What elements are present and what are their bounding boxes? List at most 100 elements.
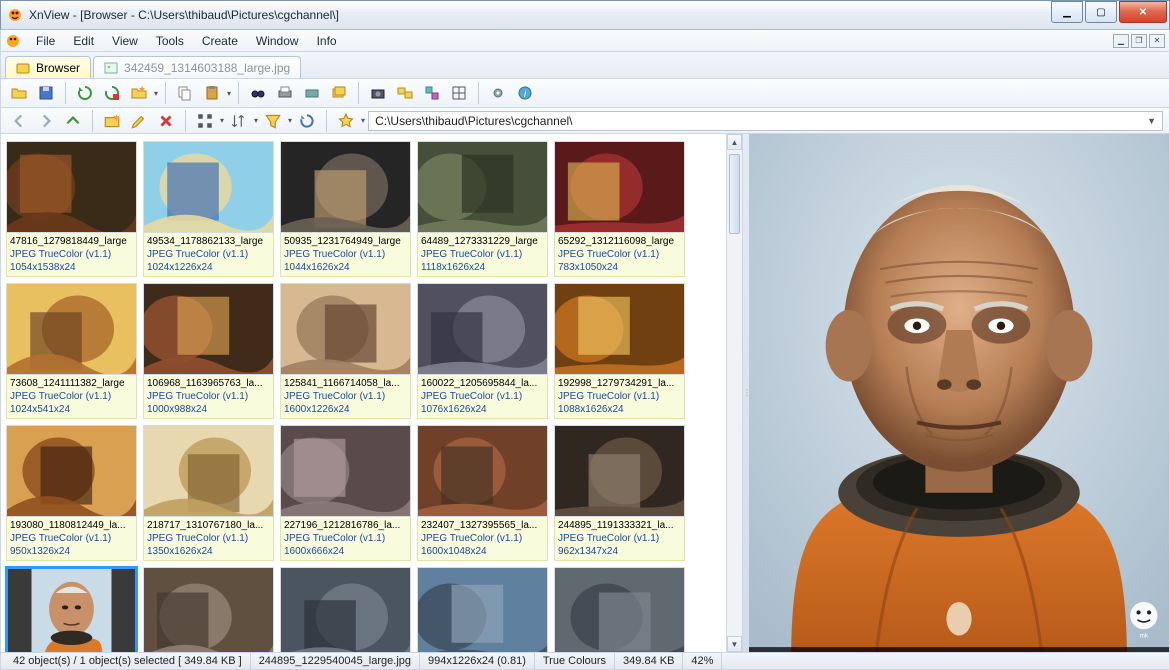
thumbnail-cell[interactable] (3, 564, 140, 652)
folder-open-icon (10, 84, 28, 102)
mdi-restore-icon[interactable]: ❐ (1131, 34, 1147, 48)
thumbnail-image[interactable] (417, 283, 548, 375)
thumbnail-image[interactable] (280, 425, 411, 517)
scrollbar-thumb[interactable] (729, 154, 740, 234)
refresh-stop-button[interactable] (100, 81, 124, 105)
save-button[interactable] (34, 81, 58, 105)
thumbnail-image[interactable] (554, 425, 685, 517)
new-folder-button[interactable] (100, 109, 124, 133)
status-size: 349.84 KB (615, 653, 683, 669)
thumbnail-cell[interactable]: 106968_1163965763_la...JPEG TrueColor (v… (140, 280, 277, 422)
menu-window[interactable]: Window (247, 32, 308, 50)
folder-tree-icon (16, 61, 30, 75)
menu-tools[interactable]: Tools (147, 32, 193, 50)
thumbnail-image[interactable] (6, 283, 137, 375)
view-mode-button[interactable] (193, 109, 217, 133)
nav-forward-button[interactable] (34, 109, 58, 133)
thumbnail-image[interactable] (6, 141, 137, 233)
thumbnail-image[interactable] (143, 425, 274, 517)
preview-image[interactable]: CGSociety.org Copyright (C) Michael Kuts… (749, 134, 1169, 652)
rename-button[interactable] (127, 109, 151, 133)
sort-button[interactable] (227, 109, 251, 133)
window-close-button[interactable] (1119, 1, 1167, 23)
search-button[interactable] (246, 81, 270, 105)
open-button[interactable] (7, 81, 31, 105)
delete-button[interactable] (154, 109, 178, 133)
menu-create[interactable]: Create (193, 32, 247, 50)
thumbnail-image[interactable] (280, 567, 411, 652)
thumbnail-cell[interactable]: 47816_1279818449_largeJPEG TrueColor (v1… (3, 138, 140, 280)
vertical-scrollbar[interactable]: ▲ ▼ (726, 134, 742, 652)
menu-info[interactable]: Info (308, 32, 346, 50)
thumbnail-image[interactable] (417, 567, 548, 652)
refresh-button[interactable] (73, 81, 97, 105)
mdi-minimize-icon[interactable]: ▁ (1113, 34, 1129, 48)
thumbnail-image[interactable] (417, 425, 548, 517)
thumbnail-image[interactable] (554, 283, 685, 375)
menu-file[interactable]: File (27, 32, 64, 50)
thumbnail-cell[interactable]: 227196_1212816786_la...JPEG TrueColor (v… (277, 422, 414, 564)
thumbnail-image[interactable] (143, 283, 274, 375)
scroll-down-button[interactable]: ▼ (727, 636, 742, 652)
window-minimize-button[interactable] (1051, 1, 1083, 23)
window-maximize-button[interactable] (1085, 1, 1117, 23)
thumbnail-cell[interactable]: 160022_1205695844_la...JPEG TrueColor (v… (414, 280, 551, 422)
delete-icon (157, 112, 175, 130)
chevron-down-icon[interactable]: ▼ (1147, 116, 1156, 126)
copy-button[interactable] (173, 81, 197, 105)
binoculars-icon (249, 84, 267, 102)
filter-button[interactable] (261, 109, 285, 133)
thumbnail-image[interactable] (554, 141, 685, 233)
thumbnail-image[interactable] (554, 567, 685, 652)
thumbnail-image[interactable] (143, 141, 274, 233)
svg-text:mk: mk (1140, 633, 1149, 640)
thumbnail-image[interactable] (417, 141, 548, 233)
layout-button[interactable] (447, 81, 471, 105)
thumbnail-meta: 244895_1191333321_la...JPEG TrueColor (v… (554, 517, 685, 561)
thumbnail-cell[interactable]: 73608_1241111382_largeJPEG TrueColor (v1… (3, 280, 140, 422)
print-button[interactable] (273, 81, 297, 105)
thumbnail-cell[interactable]: 50935_1231764949_largeJPEG TrueColor (v1… (277, 138, 414, 280)
thumbnail-cell[interactable]: 244895_1191333321_la...JPEG TrueColor (v… (551, 422, 688, 564)
thumbnail-cell[interactable]: 49534_1178862133_largeJPEG TrueColor (v1… (140, 138, 277, 280)
tab-image[interactable]: 342459_1314603188_large.jpg (93, 56, 301, 78)
thumbnail-cell[interactable] (140, 564, 277, 652)
slideshow-button[interactable] (327, 81, 351, 105)
convert-button[interactable] (393, 81, 417, 105)
favorites-dropdown[interactable] (334, 109, 358, 133)
thumbnail-cell[interactable]: 232407_1327395565_la...JPEG TrueColor (v… (414, 422, 551, 564)
thumbnail-cell[interactable] (414, 564, 551, 652)
paste-button[interactable] (200, 81, 224, 105)
nav-up-button[interactable] (61, 109, 85, 133)
thumbnail-image[interactable] (6, 425, 137, 517)
about-button[interactable]: i (513, 81, 537, 105)
menu-edit[interactable]: Edit (64, 32, 103, 50)
refresh-folder-button[interactable] (295, 109, 319, 133)
thumbnail-cell[interactable]: 192998_1279734291_la...JPEG TrueColor (v… (551, 280, 688, 422)
thumbnail-cell[interactable]: 64489_1273331229_largeJPEG TrueColor (v1… (414, 138, 551, 280)
thumbnail-filename: 192998_1279734291_la... (558, 377, 681, 390)
scan-button[interactable] (300, 81, 324, 105)
mdi-close-icon[interactable]: ✕ (1149, 34, 1165, 48)
thumbnail-scroll-area[interactable]: 47816_1279818449_largeJPEG TrueColor (v1… (1, 134, 726, 652)
thumbnail-cell[interactable] (277, 564, 414, 652)
settings-button[interactable] (486, 81, 510, 105)
thumbnail-image[interactable] (6, 567, 137, 652)
favorites-button[interactable] (127, 81, 151, 105)
scroll-up-button[interactable]: ▲ (727, 134, 742, 150)
thumbnail-image[interactable] (143, 567, 274, 652)
thumbnail-cell[interactable]: 218717_1310767180_la...JPEG TrueColor (v… (140, 422, 277, 564)
thumbnail-cell[interactable]: 125841_1166714058_la...JPEG TrueColor (v… (277, 280, 414, 422)
menu-view[interactable]: View (103, 32, 147, 50)
thumbnail-cell[interactable]: 65292_1312116098_largeJPEG TrueColor (v1… (551, 138, 688, 280)
nav-back-button[interactable] (7, 109, 31, 133)
tab-browser[interactable]: Browser (5, 56, 91, 78)
batch-button[interactable] (420, 81, 444, 105)
thumbnail-cell[interactable] (551, 564, 688, 652)
thumbnail-image[interactable] (280, 141, 411, 233)
thumbnail-cell[interactable]: 193080_1180812449_la...JPEG TrueColor (v… (3, 422, 140, 564)
address-bar[interactable]: C:\Users\thibaud\Pictures\cgchannel\ ▼ (368, 111, 1163, 131)
thumbnail-image[interactable] (280, 283, 411, 375)
thumbnail-grid: 47816_1279818449_largeJPEG TrueColor (v1… (1, 134, 726, 652)
capture-button[interactable] (366, 81, 390, 105)
